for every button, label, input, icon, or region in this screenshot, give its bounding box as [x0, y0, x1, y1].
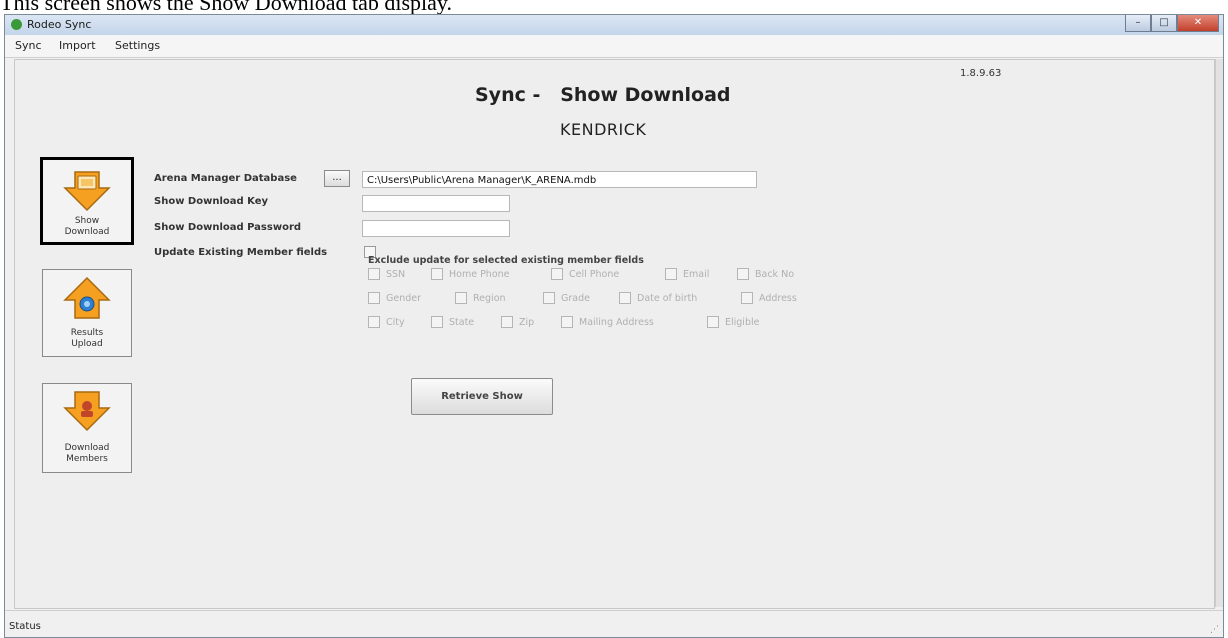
- app-logo-icon: [11, 19, 22, 30]
- version-label: 1.8.9.63: [960, 68, 1002, 79]
- exclude-checkbox[interactable]: [551, 268, 563, 280]
- exclude-checkbox[interactable]: [737, 268, 749, 280]
- exclude-option-email[interactable]: Email: [665, 268, 709, 280]
- page-title: Sync - Show Download: [475, 84, 731, 106]
- exclude-checkbox[interactable]: [543, 292, 555, 304]
- exclude-checkbox[interactable]: [501, 316, 513, 328]
- right-scrollbar[interactable]: [1215, 59, 1223, 607]
- exclude-checkbox[interactable]: [619, 292, 631, 304]
- exclude-title: Exclude update for selected existing mem…: [368, 255, 644, 266]
- exclude-checkbox[interactable]: [368, 292, 380, 304]
- minimize-button[interactable]: –: [1125, 15, 1151, 32]
- exclude-checkbox[interactable]: [431, 268, 443, 280]
- exclude-option-ssn[interactable]: SSN: [368, 268, 405, 280]
- resize-grip-icon[interactable]: ⋰: [1210, 625, 1219, 635]
- exclude-checkbox[interactable]: [455, 292, 467, 304]
- close-button[interactable]: ✕: [1177, 15, 1219, 32]
- members-download-icon: [63, 390, 111, 436]
- main-panel: 1.8.9.63 Sync - Show Download KENDRICK S…: [14, 59, 1215, 609]
- exclude-option-eligible[interactable]: Eligible: [707, 316, 759, 328]
- retrieve-show-button[interactable]: Retrieve Show: [411, 378, 553, 415]
- download-key-label: Show Download Key: [154, 196, 268, 207]
- menu-sync[interactable]: Sync: [15, 39, 42, 52]
- upload-arrow-icon: [63, 276, 111, 324]
- maximize-button[interactable]: □: [1151, 15, 1177, 32]
- exclude-option-mailing-address[interactable]: Mailing Address: [561, 316, 654, 328]
- exclude-option-address[interactable]: Address: [741, 292, 797, 304]
- exclude-checkbox[interactable]: [665, 268, 677, 280]
- exclude-checkbox[interactable]: [561, 316, 573, 328]
- window-title: Rodeo Sync: [27, 18, 92, 31]
- arena-name: KENDRICK: [560, 120, 647, 139]
- nav-label-show-download: Show Download: [64, 216, 110, 237]
- exclude-option-gender[interactable]: Gender: [368, 292, 421, 304]
- monitor-download-icon: [63, 170, 111, 216]
- exclude-option-state[interactable]: State: [431, 316, 474, 328]
- nav-results-upload[interactable]: Results Upload: [42, 269, 132, 357]
- status-bar: Status ⋰: [5, 610, 1223, 637]
- nav-label-results-upload: Results Upload: [70, 328, 104, 349]
- nav-download-members[interactable]: Download Members: [42, 383, 132, 473]
- exclude-option-cell-phone[interactable]: Cell Phone: [551, 268, 619, 280]
- nav-label-download-members: Download Members: [64, 443, 110, 464]
- browse-button[interactable]: ...: [324, 170, 350, 187]
- exclude-option-region[interactable]: Region: [455, 292, 506, 304]
- exclude-checkbox[interactable]: [431, 316, 443, 328]
- exclude-checkbox[interactable]: [707, 316, 719, 328]
- title-bar: Rodeo Sync – □ ✕: [5, 15, 1223, 35]
- exclude-option-city[interactable]: City: [368, 316, 405, 328]
- update-existing-label: Update Existing Member fields: [154, 247, 328, 258]
- exclude-checkbox[interactable]: [741, 292, 753, 304]
- download-password-field[interactable]: [362, 220, 510, 237]
- nav-show-download[interactable]: Show Download: [40, 157, 134, 245]
- menu-bar: Sync Import Settings: [5, 35, 1223, 58]
- download-password-label: Show Download Password: [154, 222, 302, 233]
- exclude-checkbox[interactable]: [368, 316, 380, 328]
- database-path-field[interactable]: C:\Users\Public\Arena Manager\K_ARENA.md…: [362, 171, 757, 188]
- status-text: Status: [9, 621, 41, 632]
- exclude-option-zip[interactable]: Zip: [501, 316, 534, 328]
- exclude-option-date-of-birth[interactable]: Date of birth: [619, 292, 697, 304]
- menu-settings[interactable]: Settings: [115, 39, 160, 52]
- exclude-option-home-phone[interactable]: Home Phone: [431, 268, 510, 280]
- download-key-field[interactable]: [362, 195, 510, 212]
- db-label: Arena Manager Database: [154, 173, 297, 184]
- exclude-option-back-no[interactable]: Back No: [737, 268, 794, 280]
- exclude-option-grade[interactable]: Grade: [543, 292, 590, 304]
- menu-import[interactable]: Import: [59, 39, 96, 52]
- exclude-checkbox[interactable]: [368, 268, 380, 280]
- window-controls: – □ ✕: [1125, 15, 1219, 32]
- app-window: Rodeo Sync – □ ✕ Sync Import Settings 1.…: [4, 14, 1224, 638]
